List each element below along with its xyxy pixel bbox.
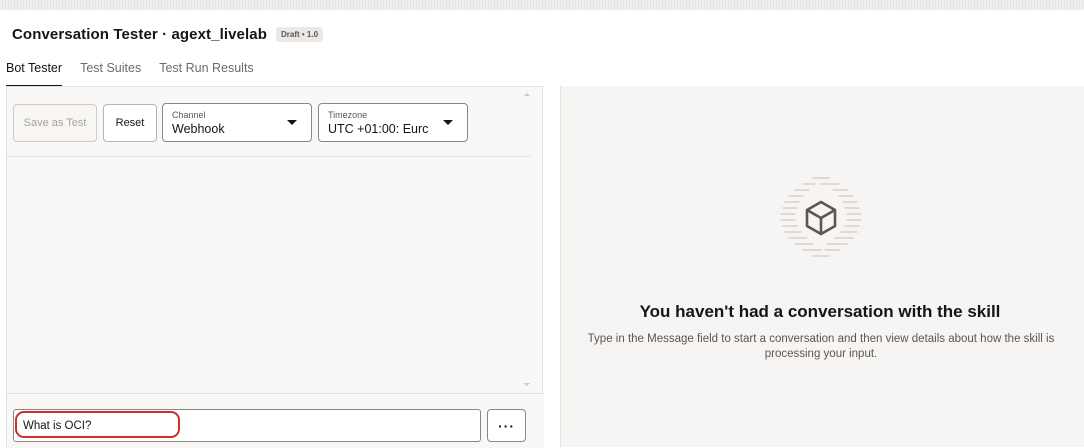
channel-label: Channel <box>172 110 206 120</box>
timezone-select[interactable]: Timezone UTC +01:00: Eurc <box>318 103 468 142</box>
status-badge: Draft • 1.0 <box>275 26 324 42</box>
empty-state-description: Type in the Message field to start a con… <box>587 333 1055 360</box>
timezone-value: UTC +01:00: Eurc <box>328 122 429 136</box>
cube-icon <box>780 177 862 257</box>
channel-value: Webhook <box>172 122 225 136</box>
save-as-test-button[interactable]: Save as Test <box>13 104 97 142</box>
channel-select[interactable]: Channel Webhook <box>162 103 312 142</box>
message-input[interactable] <box>13 409 481 442</box>
tab-test-run-results[interactable]: Test Run Results <box>150 58 262 87</box>
tab-bot-tester[interactable]: Bot Tester <box>0 58 71 87</box>
top-strip <box>0 0 1084 10</box>
scroll-down-icon[interactable] <box>524 383 530 386</box>
conversation-details-panel: You haven't had a conversation with the … <box>560 86 1084 447</box>
more-options-button[interactable]: ··· <box>487 409 526 442</box>
page-title: Conversation Tester · agext_livelab <box>12 25 267 43</box>
tab-test-suites[interactable]: Test Suites <box>71 58 150 87</box>
bot-tester-panel: Save as Test Reset Channel Webhook Timez… <box>6 86 544 448</box>
page-header: Conversation Tester · agext_livelab Draf… <box>12 24 324 44</box>
empty-state-title: You haven't had a conversation with the … <box>639 302 1001 321</box>
tab-bar: Bot Tester Test Suites Test Run Results <box>0 58 263 87</box>
scroll-up-icon[interactable] <box>524 93 530 96</box>
chevron-down-icon <box>443 120 453 125</box>
timezone-label: Timezone <box>328 110 368 120</box>
chevron-down-icon <box>287 120 297 125</box>
reset-button[interactable]: Reset <box>103 104 157 142</box>
message-area: ··· <box>7 393 544 448</box>
tester-toolbar: Save as Test Reset Channel Webhook Timez… <box>7 87 531 157</box>
